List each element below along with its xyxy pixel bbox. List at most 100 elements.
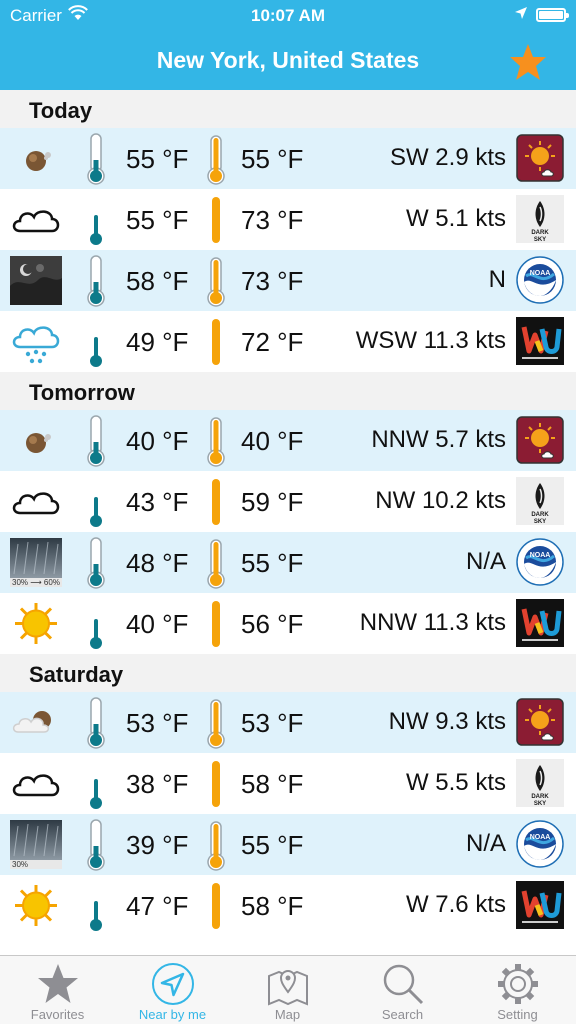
- high-temp: 40 °F: [241, 426, 304, 456]
- low-temp: 40 °F: [126, 426, 189, 456]
- wind-speed: N: [488, 266, 506, 293]
- forecast-row[interactable]: 53 °F 53 °F NW 9.3 kts: [0, 692, 576, 753]
- thermometer-high-icon: [202, 317, 230, 369]
- thermometer-high-icon: [202, 881, 230, 933]
- thermometer-high-icon: [202, 820, 230, 872]
- high-temp: 58 °F: [241, 891, 304, 921]
- section-title: Saturday: [29, 662, 124, 687]
- tab-bar: Favorites Near by me Map Search Setting: [0, 955, 576, 1024]
- low-temp: 49 °F: [126, 327, 189, 357]
- wind-speed: N/A: [465, 830, 506, 857]
- tab-favorites[interactable]: Favorites: [0, 956, 115, 1024]
- thermometer-low-icon: [82, 414, 110, 468]
- sun-cloud-logo[interactable]: [516, 134, 564, 182]
- low-temp: 53 °F: [126, 708, 189, 738]
- thermometer-high-icon: [202, 256, 230, 308]
- thermometer-high-icon: [202, 416, 230, 468]
- tab-label: Search: [381, 1007, 424, 1022]
- low-temp: 40 °F: [126, 609, 189, 639]
- noaa-logo[interactable]: NOAA: [516, 538, 564, 586]
- moon-cloud-icon: [10, 416, 62, 465]
- forecast-row[interactable]: 38 °F 58 °F W 5.5 kts DARK SKY: [0, 753, 576, 814]
- rain-photo-icon: 30%: [10, 820, 62, 869]
- tab-map[interactable]: Map: [230, 956, 345, 1024]
- gear-icon: [498, 964, 538, 1004]
- thermometer-high-icon: [202, 538, 230, 590]
- sun-behind-cloud-icon: [10, 698, 62, 747]
- section-title: Today: [29, 98, 93, 123]
- svg-text:DARK: DARK: [531, 512, 549, 518]
- forecast-row[interactable]: 30% 39 °F 55 °F N/A NOAA: [0, 814, 576, 875]
- low-temp: 43 °F: [126, 487, 189, 517]
- header: New York, United States: [0, 32, 576, 90]
- search-icon: [383, 964, 424, 1005]
- thermometer-high-icon: [202, 477, 230, 529]
- low-temp: 58 °F: [126, 266, 189, 296]
- thermometer-low-icon: [82, 254, 110, 308]
- forecast-row[interactable]: 40 °F 40 °F NNW 5.7 kts: [0, 410, 576, 471]
- svg-text:SKY: SKY: [534, 237, 546, 243]
- svg-text:NOAA: NOAA: [530, 270, 551, 277]
- forecast-row[interactable]: 47 °F 58 °F W 7.6 kts: [0, 875, 576, 936]
- tab-label: Near by me: [138, 1007, 207, 1022]
- forecast-row[interactable]: 40 °F 56 °F NNW 11.3 kts: [0, 593, 576, 654]
- wind-speed: NNW 11.3 kts: [359, 609, 506, 636]
- high-temp: 73 °F: [241, 205, 304, 235]
- high-temp: 55 °F: [241, 548, 304, 578]
- dark-sky-logo[interactable]: DARK SKY: [516, 195, 564, 243]
- thermometer-high-icon: [202, 698, 230, 750]
- wind-speed: NW 10.2 kts: [375, 487, 506, 514]
- status-bar: Carrier 10:07 AM: [0, 0, 576, 32]
- section-header: Tomorrow: [0, 372, 576, 410]
- thermometer-low-icon: [86, 213, 106, 247]
- thermometer-low-icon: [82, 536, 110, 590]
- svg-text:SKY: SKY: [534, 801, 546, 807]
- forecast-row[interactable]: 55 °F 55 °F SW 2.9 kts: [0, 128, 576, 189]
- thermometer-low-icon: [82, 132, 110, 186]
- tab-search[interactable]: Search: [345, 956, 460, 1024]
- noaa-logo[interactable]: NOAA: [516, 820, 564, 868]
- forecast-row[interactable]: 49 °F 72 °F WSW 11.3 kts: [0, 311, 576, 372]
- wind-speed: N/A: [465, 548, 506, 575]
- star-icon: [38, 964, 78, 1003]
- dark-sky-logo[interactable]: DARK SKY: [516, 477, 564, 525]
- forecast-row[interactable]: 55 °F 73 °F W 5.1 kts DARK SKY: [0, 189, 576, 250]
- wind-speed: NNW 5.7 kts: [371, 426, 506, 453]
- sun-icon: [10, 881, 62, 930]
- rain-photo-icon: 30% ⟶ 60%: [10, 538, 62, 587]
- map-icon: [268, 970, 308, 1006]
- cloud-icon: [10, 195, 62, 244]
- low-temp: 39 °F: [126, 830, 189, 860]
- moon-cloud-icon: [10, 134, 62, 183]
- favorite-star-button[interactable]: [508, 42, 548, 82]
- location-arrow-icon: [152, 963, 194, 1005]
- wunderground-logo[interactable]: [516, 599, 564, 647]
- wunderground-logo[interactable]: [516, 881, 564, 929]
- tab-near-by-me[interactable]: Near by me: [115, 956, 230, 1024]
- high-temp: 55 °F: [241, 144, 304, 174]
- forecast-row[interactable]: 58 °F 73 °F N NOAA: [0, 250, 576, 311]
- clock: 10:07 AM: [250, 6, 325, 25]
- svg-text:NOAA: NOAA: [530, 834, 551, 841]
- location-services-icon: [515, 7, 527, 19]
- rain-cloud-icon: [10, 317, 62, 366]
- high-temp: 72 °F: [241, 327, 304, 357]
- wunderground-logo[interactable]: [516, 317, 564, 365]
- sun-icon: [10, 599, 62, 648]
- sun-cloud-logo[interactable]: [516, 698, 564, 746]
- tab-label: Favorites: [30, 1007, 85, 1022]
- forecast-row[interactable]: 43 °F 59 °F NW 10.2 kts DARK SKY: [0, 471, 576, 532]
- sun-cloud-logo[interactable]: [516, 416, 564, 464]
- svg-text:DARK: DARK: [531, 794, 549, 800]
- thermometer-low-icon: [86, 617, 106, 651]
- tab-setting[interactable]: Setting: [460, 956, 575, 1024]
- high-temp: 59 °F: [241, 487, 304, 517]
- low-temp: 38 °F: [126, 769, 189, 799]
- thermometer-low-icon: [82, 818, 110, 872]
- noaa-logo[interactable]: NOAA: [516, 256, 564, 304]
- high-temp: 56 °F: [241, 609, 304, 639]
- thermometer-high-icon: [202, 759, 230, 811]
- thermometer-high-icon: [202, 599, 230, 651]
- forecast-row[interactable]: 30% ⟶ 60% 48 °F 55 °F N/A NOAA: [0, 532, 576, 593]
- dark-sky-logo[interactable]: DARK SKY: [516, 759, 564, 807]
